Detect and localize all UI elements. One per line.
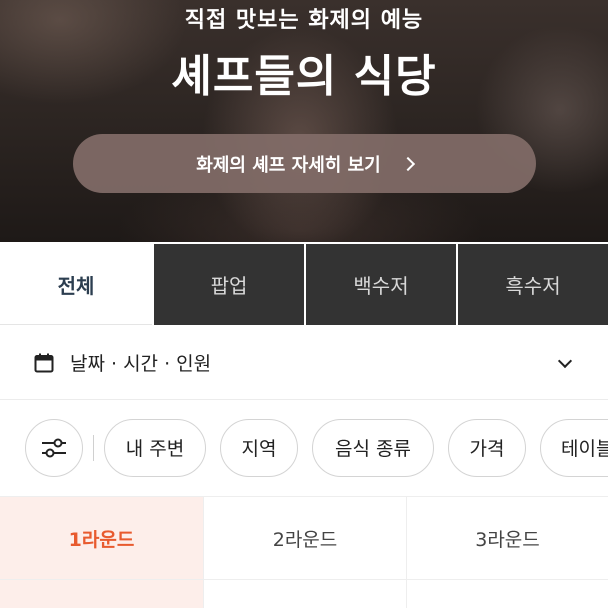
round-tab-3[interactable]: 3라운드 — [406, 497, 608, 579]
round-tab-2[interactable]: 2라운드 — [203, 497, 406, 579]
filter-divider — [93, 434, 94, 461]
date-time-people-selector[interactable]: 날짜 · 시간 · 인원 — [0, 326, 608, 400]
filter-chip-table[interactable]: 테이블 — [540, 418, 608, 477]
tab-all[interactable]: 전체 — [0, 244, 152, 325]
hero-banner: 직접 맛보는 화제의 예능 셰프들의 식당 화제의 셰프 자세히 보기 — [0, 0, 608, 242]
banner-subtitle: 직접 맛보는 화제의 예능 — [184, 8, 424, 33]
filter-chip-food-type[interactable]: 음식 종류 — [312, 418, 434, 477]
round-content-strip — [0, 580, 608, 608]
date-time-people-label: 날짜 · 시간 · 인원 — [70, 353, 212, 375]
filter-chip-region[interactable]: 지역 — [220, 418, 298, 477]
tab-white-spoon[interactable]: 백수저 — [304, 244, 456, 325]
category-tabs: 전체 팝업 백수저 흑수저 — [0, 244, 608, 325]
filter-chip-price[interactable]: 가격 — [448, 418, 526, 477]
filter-settings-button[interactable] — [25, 418, 83, 477]
chef-details-label: 화제의 셰프 자세히 보기 — [196, 154, 381, 176]
round-cell-3 — [406, 580, 608, 608]
tab-popup[interactable]: 팝업 — [152, 244, 304, 325]
round-tab-1[interactable]: 1라운드 — [0, 497, 203, 579]
tab-black-spoon[interactable]: 흑수저 — [456, 244, 608, 325]
round-cell-1 — [0, 580, 203, 608]
chevron-down-icon[interactable] — [557, 353, 573, 369]
chevron-right-icon — [400, 156, 415, 171]
sliders-icon — [42, 438, 66, 457]
round-tabs: 1라운드 2라운드 3라운드 — [0, 496, 608, 580]
filter-chip-row: 내 주변 지역 음식 종류 가격 테이블 — [0, 401, 608, 494]
calendar-icon — [34, 353, 54, 372]
chef-details-button[interactable]: 화제의 셰프 자세히 보기 — [73, 134, 536, 193]
banner-title: 셰프들의 식당 — [171, 51, 437, 102]
round-cell-2 — [203, 580, 406, 608]
filter-chip-nearby[interactable]: 내 주변 — [104, 418, 206, 477]
